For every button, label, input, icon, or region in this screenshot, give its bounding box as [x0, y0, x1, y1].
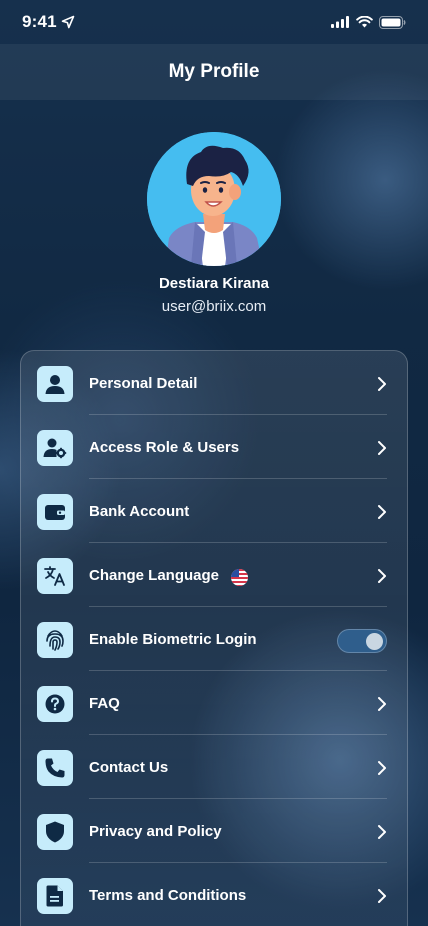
- chevron-right-icon: [378, 825, 386, 839]
- toggle-knob: [366, 633, 383, 650]
- fingerprint-icon: [37, 622, 73, 658]
- chevron-right-icon: [378, 505, 386, 519]
- document-icon: [37, 878, 73, 914]
- chevron-right-icon: [378, 761, 386, 775]
- status-time: 9:41: [22, 12, 75, 32]
- menu-item-label: Bank Account: [89, 503, 190, 520]
- menu-item-label: Privacy and Policy: [89, 823, 222, 840]
- status-icons: [331, 15, 406, 29]
- menu-item-terms-conditions[interactable]: Terms and Conditions: [21, 863, 409, 926]
- menu-item-label: FAQ: [89, 695, 120, 712]
- menu-item-label: Terms and Conditions: [89, 887, 247, 904]
- menu-item-label: Access Role & Users: [89, 439, 240, 456]
- menu-item-label: Enable Biometric Login: [89, 631, 257, 648]
- chevron-right-icon: [378, 441, 386, 455]
- wifi-icon: [356, 16, 373, 28]
- menu-item-label: Contact Us: [89, 759, 169, 776]
- shield-icon: [37, 814, 73, 850]
- menu-item-label: Change Language: [89, 567, 220, 584]
- page-title: My Profile: [168, 61, 260, 82]
- user-name: Destiara Kirana: [158, 275, 270, 292]
- menu-item-label: Personal Detail: [89, 375, 198, 392]
- menu-item-access-role-users[interactable]: Access Role & Users: [21, 415, 409, 479]
- menu-item-bank-account[interactable]: Bank Account: [21, 479, 409, 543]
- battery-icon: [379, 15, 406, 29]
- cellular-signal-icon: [331, 16, 349, 28]
- menu-item-personal-detail[interactable]: Personal Detail: [21, 351, 409, 415]
- person-icon: [37, 366, 73, 402]
- question-icon: [37, 686, 73, 722]
- avatar[interactable]: [147, 132, 281, 266]
- menu-item-faq[interactable]: FAQ: [21, 671, 409, 735]
- phone-icon: [37, 750, 73, 786]
- menu-item-change-language[interactable]: Change Language: [21, 543, 409, 607]
- wallet-icon: [37, 494, 73, 530]
- chevron-right-icon: [378, 697, 386, 711]
- menu-item-contact-us[interactable]: Contact Us: [21, 735, 409, 799]
- header-bar: My Profile: [0, 44, 428, 100]
- user-gear-icon: [37, 430, 73, 466]
- biometric-toggle[interactable]: [337, 629, 387, 653]
- status-time-text: 9:41: [22, 12, 57, 31]
- us-flag-icon: [231, 569, 248, 586]
- user-email: user@briix.com: [161, 298, 267, 315]
- settings-menu: Personal Detail Access Role & Users Bank…: [20, 350, 408, 926]
- menu-item-privacy-policy[interactable]: Privacy and Policy: [21, 799, 409, 863]
- avatar-illustration: [147, 132, 281, 266]
- status-bar: 9:41: [0, 0, 428, 44]
- location-arrow-icon: [61, 15, 75, 29]
- chevron-right-icon: [378, 569, 386, 583]
- chevron-right-icon: [378, 377, 386, 391]
- translate-icon: [37, 558, 73, 594]
- chevron-right-icon: [378, 889, 386, 903]
